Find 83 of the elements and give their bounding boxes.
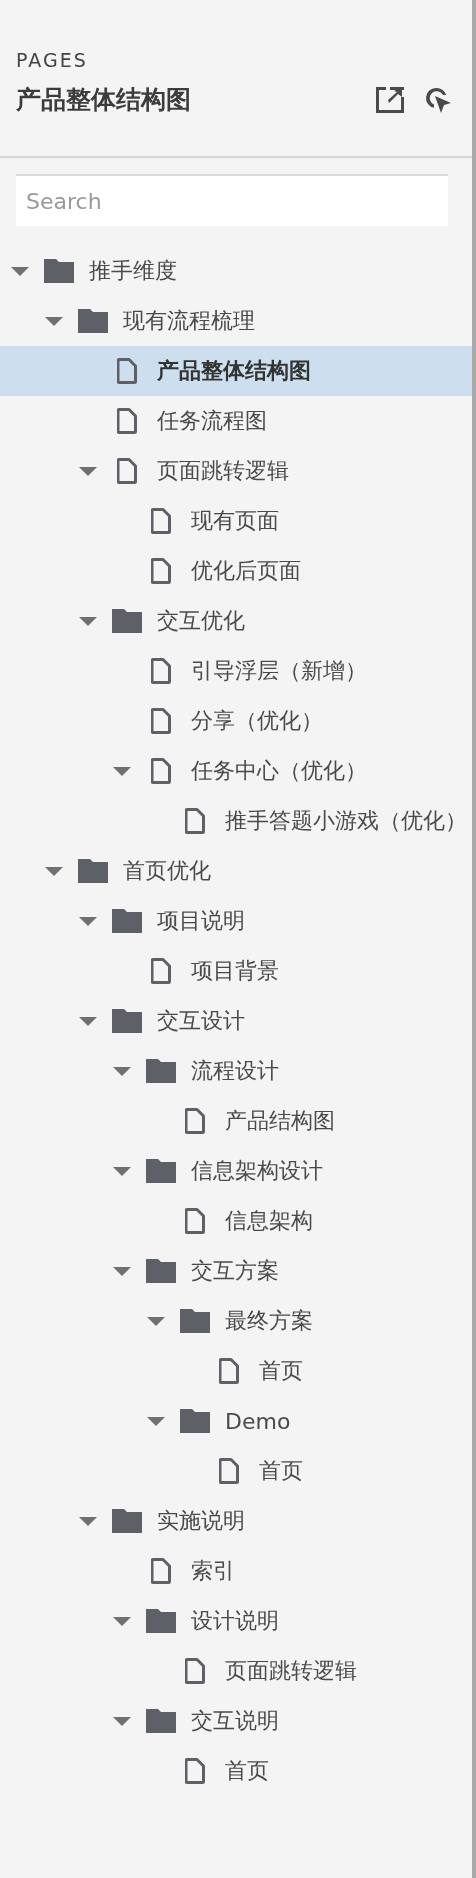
tree-item[interactable]: 引导浮层（新增） [0,646,472,696]
export-icon[interactable] [376,87,404,113]
caret-icon[interactable] [78,616,97,626]
caret-icon[interactable] [78,466,97,476]
tree-item[interactable]: 首页 [0,1746,472,1796]
tree-item[interactable]: 现有流程梳理 [0,296,472,346]
page-icon [151,508,171,534]
tree-item[interactable]: 项目说明 [0,896,472,946]
caret-icon[interactable] [146,1316,165,1326]
caret-icon[interactable] [112,1066,131,1076]
tree-item[interactable]: 设计说明 [0,1596,472,1646]
folder-icon [146,1159,176,1183]
tree-item[interactable]: 现有页面 [0,496,472,546]
tree-item[interactable]: 页面跳转逻辑 [0,1646,472,1696]
folder-icon [78,309,108,333]
tree-item[interactable]: 流程设计 [0,1046,472,1096]
page-icon [219,1458,239,1484]
folder-icon [78,859,108,883]
tree-item[interactable]: 首页 [0,1446,472,1496]
tree-item[interactable]: 任务中心（优化） [0,746,472,796]
tree-item[interactable]: 推手维度 [0,246,472,296]
caret-icon[interactable] [44,316,63,326]
caret-icon[interactable] [78,916,97,926]
page-icon [151,958,171,984]
folder-icon [112,1009,142,1033]
caret-icon[interactable] [112,766,131,776]
page-icon [185,1108,205,1134]
tree-item[interactable]: 首页优化 [0,846,472,896]
folder-icon [44,259,74,283]
search-field[interactable]: Search [16,174,448,226]
page-icon [117,458,137,484]
tree-item[interactable]: 交互优化 [0,596,472,646]
tree-item[interactable]: 页面跳转逻辑 [0,446,472,496]
page-icon [185,1208,205,1234]
tree-item[interactable]: 产品整体结构图 [0,346,472,396]
folder-icon [146,1609,176,1633]
caret-icon[interactable] [112,1616,131,1626]
caret-icon[interactable] [78,1516,97,1526]
page-icon [151,1558,171,1584]
panel-heading: PAGES [16,48,88,72]
page-icon [219,1358,239,1384]
folder-icon [180,1409,210,1433]
current-page-title: 产品整体结构图 [16,84,191,116]
folder-icon [112,609,142,633]
page-icon [117,408,137,434]
tree-item[interactable]: 产品结构图 [0,1096,472,1146]
page-icon [151,708,171,734]
tree-item[interactable]: 信息架构设计 [0,1146,472,1196]
tree-item[interactable]: 任务流程图 [0,396,472,446]
caret-icon[interactable] [78,1016,97,1026]
page-icon [151,558,171,584]
folder-icon [112,1509,142,1533]
tree-item[interactable]: 信息架构 [0,1196,472,1246]
folder-icon [146,1709,176,1733]
page-icon [185,1658,205,1684]
caret-icon[interactable] [112,1716,131,1726]
tree-item[interactable]: 实施说明 [0,1496,472,1546]
tree-item[interactable]: 分享（优化） [0,696,472,746]
page-icon [151,658,171,684]
tree-item[interactable]: 索引 [0,1546,472,1596]
tree-item[interactable]: 交互方案 [0,1246,472,1296]
caret-icon[interactable] [44,866,63,876]
tree-item[interactable]: 交互说明 [0,1696,472,1746]
cursor-icon[interactable] [424,86,452,114]
folder-icon [146,1059,176,1083]
page-icon [117,358,137,384]
tree-item[interactable]: 推手答题小游戏（优化） [0,796,472,846]
folder-icon [146,1259,176,1283]
page-icon [151,758,171,784]
tree-item[interactable]: 项目背景 [0,946,472,996]
page-icon [185,1758,205,1784]
tree-item[interactable]: 交互设计 [0,996,472,1046]
caret-icon[interactable] [112,1266,131,1276]
page-icon [185,808,205,834]
tree-item[interactable]: 优化后页面 [0,546,472,596]
caret-icon[interactable] [112,1166,131,1176]
folder-icon [180,1309,210,1333]
tree-item[interactable]: Demo [0,1396,472,1446]
tree-item[interactable]: 最终方案 [0,1296,472,1346]
tree-item[interactable]: 首页 [0,1346,472,1396]
caret-icon[interactable] [10,266,29,276]
folder-icon [112,909,142,933]
caret-icon[interactable] [146,1416,165,1426]
